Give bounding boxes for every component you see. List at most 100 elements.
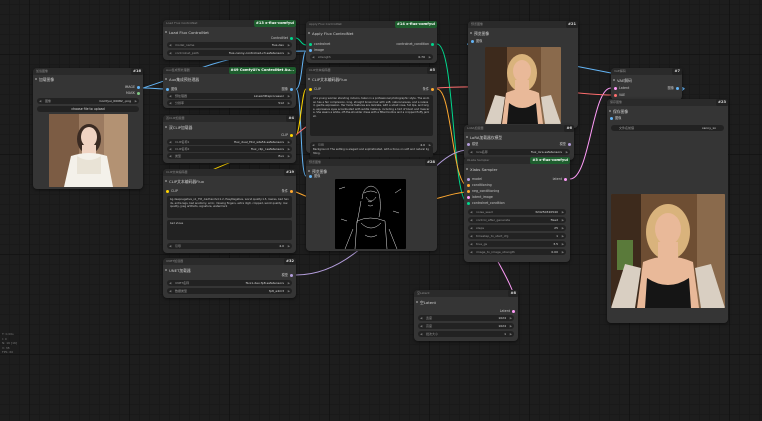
- lora-name-widget[interactable]: ◀ lora名称 flux_lora.safetensors ▶: [468, 149, 570, 155]
- upload-button[interactable]: choose file to upload: [37, 106, 139, 112]
- io-clip-conditioning[interactable]: CLIP 条件: [306, 86, 437, 92]
- resolution-widget[interactable]: ◀ 分辨率 512 ▶: [167, 100, 292, 106]
- node-header[interactable]: 保存图像 #23: [607, 99, 728, 106]
- input-vae[interactable]: VAE: [611, 92, 682, 98]
- output-slot[interactable]: [568, 142, 571, 146]
- node-preview-lineart[interactable]: 预览图像 #28 预览图像 图像: [306, 159, 437, 251]
- clip-name-2-widget[interactable]: ◀ CLIP名称2 flux_clip_l.safetensors ▶: [167, 146, 292, 152]
- node-header[interactable]: CLIP文本编码器 #5: [306, 67, 437, 74]
- io-clip-conditioning[interactable]: CLIP 条件: [163, 188, 296, 194]
- node-clip-text-encode-negative[interactable]: CLIP文本编码器 #19 CLIP文本编码器Flux CLIP 条件 bg,dee…: [163, 169, 296, 253]
- input-slot[interactable]: [471, 39, 474, 43]
- input-image[interactable]: 图像: [607, 115, 728, 121]
- node-aux-preprocessor[interactable]: Aux集成预处理器 #49 ComfyUI's ControlNet Au... …: [163, 67, 296, 108]
- output-clip[interactable]: CLIP: [163, 132, 296, 138]
- input-slot[interactable]: [467, 177, 470, 181]
- node-preview-image[interactable]: 预览图像 #21 预览图像 图像: [468, 21, 578, 128]
- node-header[interactable]: CLIP文本编码器 #19: [163, 169, 296, 176]
- control-after-generate-widget[interactable]: ◀ control_after_generate fixed ▶: [468, 217, 566, 223]
- weight-dtype-widget[interactable]: ◀ 数据类型 fp8_e4m3 ▶: [167, 288, 292, 294]
- clip-name-1-widget[interactable]: ◀ CLIP名称1 flux_dual_t5xl_wte5b.safetensors…: [167, 139, 292, 145]
- guidance-widget[interactable]: ◀ 引导 4.0 ▶: [167, 243, 292, 249]
- node-apply-flux-controlnet[interactable]: Apply Flux ControlNet #14 x-flux-comfyui …: [306, 21, 437, 63]
- true-gs-widget[interactable]: ◀ true_gs 3.5 ▶: [468, 241, 566, 247]
- batch-size-widget[interactable]: ◀ 批次大小 1 ▶: [418, 331, 514, 337]
- node-vae-decode[interactable]: VAE解码 #7 VAE解码 Latent 图像 VAE: [611, 68, 682, 100]
- width-widget[interactable]: ◀ 宽度 1024 ▶: [418, 315, 514, 321]
- input-slot[interactable]: [614, 93, 617, 97]
- node-load-image[interactable]: 加载图像 #16 加载图像 IMAGE MASK ◀ 图像 Comfyui_00082…: [33, 68, 143, 189]
- height-widget[interactable]: ◀ 高度 1024 ▶: [418, 323, 514, 329]
- node-header[interactable]: XLabs Sampler #3 x-flux-comfyui: [464, 157, 570, 164]
- node-header[interactable]: 空Latent #8: [414, 290, 518, 297]
- t5xxl-textarea[interactable]: Background: The setting is elegant and s…: [310, 146, 433, 157]
- output-controlnet[interactable]: ControlNet: [163, 35, 296, 41]
- input-controlnet-condition[interactable]: controlnet_condition: [464, 200, 570, 206]
- input-slot[interactable]: [467, 189, 470, 193]
- output-slot[interactable]: [137, 85, 140, 89]
- io-latent-image[interactable]: Latent 图像: [611, 85, 682, 91]
- input-slot[interactable]: [309, 42, 312, 46]
- filename-prefix-widget[interactable]: 文件名前缀 canny_xo: [611, 125, 724, 131]
- output-latent[interactable]: Latent: [414, 308, 518, 314]
- io-model[interactable]: 模型 模型: [464, 141, 574, 147]
- steps-widget[interactable]: ◀ steps 25 ▶: [468, 225, 566, 231]
- input-slot[interactable]: [614, 86, 617, 90]
- output-slot[interactable]: [290, 273, 293, 277]
- node-header[interactable]: Aux集成预处理器 #49 ComfyUI's ControlNet Au...: [163, 67, 296, 74]
- input-slot[interactable]: [166, 189, 169, 193]
- input-slot[interactable]: [467, 195, 470, 199]
- clip-l-textarea[interactable]: of a young woman standing indoors, taken…: [310, 95, 433, 136]
- unet-name-widget[interactable]: ◀ UNET名称 flux1-dev-fp8.safetensors ▶: [167, 280, 292, 286]
- output-model[interactable]: 模型: [163, 272, 296, 278]
- node-load-flux-controlnet[interactable]: Load Flux ControlNet #13 x-flux-comfyui L…: [163, 20, 296, 60]
- output-slot[interactable]: [290, 133, 293, 137]
- node-header[interactable]: VAE解码 #7: [611, 68, 682, 75]
- image-select-widget[interactable]: ◀ 图像 Comfyui_00082_.png ▶: [37, 98, 139, 104]
- output-slot[interactable]: [564, 177, 567, 181]
- node-lora-loader[interactable]: LoRA加载器 #6 LoRA加载器仅模型 模型 模型 ◀ lora名称 flux_lo…: [464, 125, 574, 160]
- output-slot[interactable]: [137, 91, 140, 95]
- input-image[interactable]: 图像: [468, 38, 578, 44]
- node-header[interactable]: 预览图像 #21: [468, 21, 578, 28]
- output-mask[interactable]: MASK: [33, 90, 143, 96]
- io-image[interactable]: 图像 图像: [163, 86, 296, 92]
- output-slot[interactable]: [290, 36, 293, 40]
- image-to-image-strength-widget[interactable]: ◀ image_to_image_strength 0.00 ▶: [468, 249, 566, 255]
- timestep-to-start-cfg-widget[interactable]: ◀ timestep_to_start_cfg 1 ▶: [468, 233, 566, 239]
- input-slot[interactable]: [467, 201, 470, 205]
- node-header[interactable]: UNET加载器 #32: [163, 258, 296, 265]
- node-header[interactable]: 双CLIP加载器 #4: [163, 115, 296, 122]
- clip-l-textarea[interactable]: bg,deepnegative_v1_75t_,badhandv4:1.2, E…: [167, 196, 292, 218]
- input-image[interactable]: image: [306, 47, 437, 53]
- node-unet-loader[interactable]: UNET加载器 #32 UNET加载器 模型 ◀ UNET名称 flux1-dev-f…: [163, 258, 296, 298]
- output-slot[interactable]: [290, 189, 293, 193]
- output-slot[interactable]: [290, 87, 293, 91]
- output-slot[interactable]: [431, 87, 434, 91]
- model-name-widget[interactable]: ◀ model_name flux-dev ▶: [167, 42, 292, 48]
- input-slot[interactable]: [309, 87, 312, 91]
- node-clip-text-encode-positive[interactable]: CLIP文本编码器 #5 CLIP文本编码器Flux CLIP 条件 of a yo…: [306, 67, 437, 153]
- noise-seed-widget[interactable]: ◀ noise_seed 324250320540 ▶: [468, 209, 566, 215]
- input-slot[interactable]: [309, 48, 312, 52]
- output-slot[interactable]: [431, 42, 434, 46]
- node-header[interactable]: 加载图像 #16: [33, 68, 143, 75]
- input-slot[interactable]: [309, 174, 312, 178]
- input-slot[interactable]: [467, 142, 470, 146]
- node-header[interactable]: Load Flux ControlNet #13 x-flux-comfyui: [163, 20, 296, 27]
- input-slot[interactable]: [166, 87, 169, 91]
- node-save-image[interactable]: 保存图像 #23 保存图像 图像 文件名前缀 canny_xo: [607, 99, 728, 323]
- node-header[interactable]: Apply Flux ControlNet #14 x-flux-comfyui: [306, 21, 437, 28]
- clip-type-widget[interactable]: ◀ 类型 flux ▶: [167, 153, 292, 159]
- preprocessor-widget[interactable]: ◀ 预处理器 LineArtPreprocessor ▶: [167, 93, 292, 99]
- input-slot[interactable]: [610, 116, 613, 120]
- strength-widget[interactable]: ◀ strength 0.70 ▶: [310, 54, 433, 60]
- node-header[interactable]: LoRA加载器 #6: [464, 125, 574, 132]
- t5xxl-textarea[interactable]: bad shoes: [167, 220, 292, 240]
- node-empty-latent[interactable]: 空Latent #8 空Latent Latent ◀ 宽度 1024 ▶ ◀ 高度 102…: [414, 290, 518, 341]
- node-header[interactable]: 预览图像 #28: [306, 159, 437, 166]
- input-slot[interactable]: [467, 183, 470, 187]
- output-slot[interactable]: [676, 86, 679, 90]
- output-slot[interactable]: [512, 309, 515, 313]
- controlnet-path-widget[interactable]: ◀ controlnet_path flux-canny-controlnet-v3…: [167, 50, 292, 56]
